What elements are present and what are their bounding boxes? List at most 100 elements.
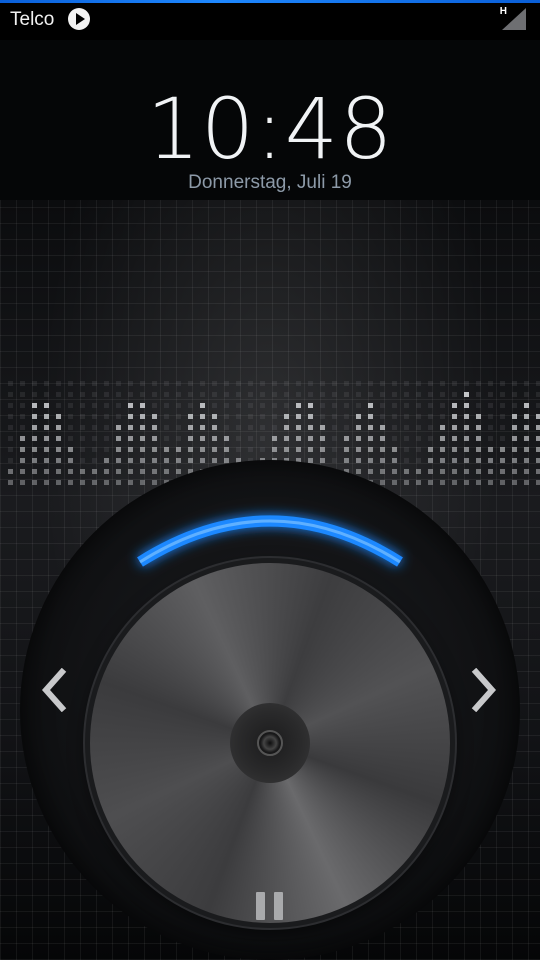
equalizer-dot	[80, 425, 85, 430]
equalizer-dot	[488, 403, 493, 408]
equalizer-dot	[332, 381, 337, 386]
equalizer-dot	[176, 381, 181, 386]
equalizer-dot	[476, 447, 481, 452]
equalizer-dot	[68, 414, 73, 419]
equalizer-dot	[380, 436, 385, 441]
equalizer-dot	[260, 436, 265, 441]
pause-icon	[256, 892, 265, 920]
equalizer-dot	[32, 414, 37, 419]
equalizer-dot	[272, 392, 277, 397]
equalizer-dot	[116, 403, 121, 408]
equalizer-dot	[152, 414, 157, 419]
equalizer-dot	[140, 381, 145, 386]
equalizer-dot	[440, 414, 445, 419]
equalizer-dot	[440, 392, 445, 397]
equalizer-dot	[428, 381, 433, 386]
equalizer-dot	[332, 447, 337, 452]
equalizer-dot	[44, 414, 49, 419]
equalizer-dot	[368, 425, 373, 430]
equalizer-dot	[20, 447, 25, 452]
equalizer-dot	[476, 425, 481, 430]
equalizer-dot	[44, 403, 49, 408]
equalizer-dot	[404, 447, 409, 452]
equalizer-dot	[224, 425, 229, 430]
equalizer-dot	[116, 447, 121, 452]
equalizer-dot	[320, 414, 325, 419]
equalizer-dot	[380, 414, 385, 419]
equalizer-dot	[56, 403, 61, 408]
carrier-label: Telco	[10, 9, 55, 30]
equalizer-dot	[32, 436, 37, 441]
equalizer-dot	[464, 425, 469, 430]
equalizer-dot	[524, 414, 529, 419]
equalizer-dot	[392, 414, 397, 419]
equalizer-dot	[356, 414, 361, 419]
equalizer-dot	[488, 425, 493, 430]
equalizer-dot	[104, 425, 109, 430]
equalizer-dot	[464, 381, 469, 386]
equalizer-dot	[80, 414, 85, 419]
equalizer-dot	[272, 425, 277, 430]
equalizer-dot	[392, 425, 397, 430]
equalizer-dot	[440, 403, 445, 408]
previous-button[interactable]	[38, 667, 68, 717]
equalizer-dot	[452, 425, 457, 430]
equalizer-dot	[128, 392, 133, 397]
disc-spindle	[257, 730, 283, 756]
equalizer-dot	[296, 414, 301, 419]
equalizer-dot	[176, 403, 181, 408]
equalizer-dot	[236, 436, 241, 441]
equalizer-dot	[476, 392, 481, 397]
equalizer-dot	[32, 381, 37, 386]
equalizer-dot	[440, 447, 445, 452]
equalizer-dot	[488, 381, 493, 386]
next-button[interactable]	[470, 667, 500, 717]
equalizer-dot	[536, 381, 540, 386]
equalizer-dot	[524, 403, 529, 408]
pause-button[interactable]	[254, 890, 286, 922]
equalizer-dot	[404, 403, 409, 408]
equalizer-dot	[248, 414, 253, 419]
equalizer-dot	[140, 392, 145, 397]
equalizer-dot	[476, 414, 481, 419]
equalizer-dot	[56, 381, 61, 386]
equalizer-dot	[272, 447, 277, 452]
equalizer-dot	[104, 436, 109, 441]
equalizer-dot	[488, 447, 493, 452]
equalizer-dot	[524, 381, 529, 386]
equalizer-dot	[188, 425, 193, 430]
equalizer-dot	[512, 436, 517, 441]
equalizer-dot	[188, 392, 193, 397]
equalizer-dot	[68, 447, 73, 452]
equalizer-dot	[20, 436, 25, 441]
equalizer-dot	[104, 392, 109, 397]
equalizer-dot	[224, 392, 229, 397]
equalizer-dot	[464, 403, 469, 408]
equalizer-dot	[92, 381, 97, 386]
equalizer-dot	[200, 425, 205, 430]
equalizer-dot	[428, 436, 433, 441]
equalizer-dot	[224, 436, 229, 441]
equalizer-dot	[188, 414, 193, 419]
equalizer-dot	[452, 436, 457, 441]
equalizer-dot	[20, 381, 25, 386]
equalizer-dot	[68, 425, 73, 430]
equalizer-dot	[356, 425, 361, 430]
equalizer-dot	[536, 392, 540, 397]
equalizer-dot	[56, 425, 61, 430]
equalizer-dot	[344, 447, 349, 452]
equalizer-dot	[536, 414, 540, 419]
equalizer-dot	[56, 414, 61, 419]
equalizer-dot	[8, 381, 13, 386]
equalizer-dot	[248, 447, 253, 452]
equalizer-dot	[452, 381, 457, 386]
equalizer-dot	[464, 392, 469, 397]
equalizer-dot	[152, 447, 157, 452]
equalizer-dot	[416, 381, 421, 386]
equalizer-dot	[344, 403, 349, 408]
equalizer-dot	[116, 414, 121, 419]
equalizer-dot	[512, 425, 517, 430]
equalizer-dot	[344, 381, 349, 386]
equalizer-dot	[260, 392, 265, 397]
equalizer-dot	[524, 425, 529, 430]
